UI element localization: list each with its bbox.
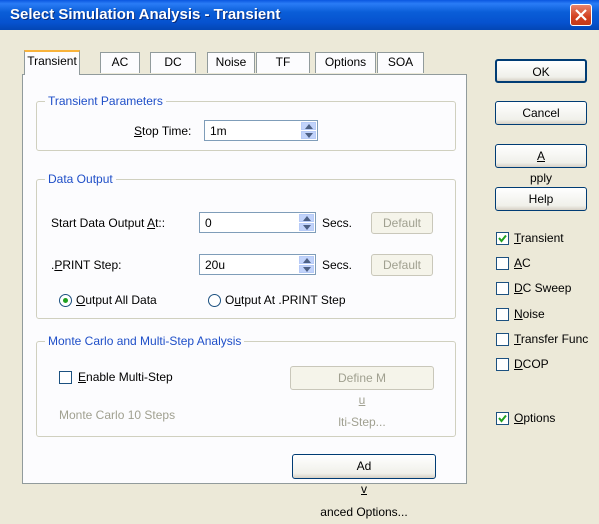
tab-options[interactable]: Options	[315, 52, 376, 73]
spin-up-icon[interactable]	[299, 256, 314, 264]
tab-transient[interactable]: Transient	[24, 50, 80, 75]
options-check-label[interactable]: Options	[514, 411, 555, 425]
stop-time-label: Stop Time:	[134, 124, 192, 138]
button-label: OK	[532, 65, 550, 79]
tab-noise[interactable]: Noise	[207, 52, 255, 73]
start-output-spinner[interactable]	[299, 214, 314, 231]
tab-label: TF	[275, 55, 291, 69]
data-output-group: Data Output Start Data Output At:: 0 Sec…	[36, 172, 456, 319]
button-label: Default	[382, 258, 422, 272]
stop-time-input[interactable]: 1m	[204, 120, 318, 141]
help-button[interactable]: Help	[495, 187, 587, 211]
monte-carlo-group: Monte Carlo and Multi-Step Analysis Enab…	[36, 334, 456, 437]
print-step-input[interactable]: 20u	[199, 254, 316, 275]
ac-check-label[interactable]: AC	[514, 256, 531, 270]
tab-panel-transient: Transient Parameters Stop Time: 1m Data …	[22, 74, 467, 519]
start-unit-label: Secs.	[322, 216, 353, 230]
start-default-button[interactable]: Default	[371, 212, 433, 234]
tab-label: Options	[324, 55, 367, 69]
button-label: Define Mu lti-Step...	[337, 371, 387, 429]
group-title: Transient Parameters	[45, 94, 166, 108]
print-step-label: .PRINT Step:	[51, 258, 122, 272]
ok-button[interactable]: OK	[495, 59, 587, 83]
start-output-label: Start Data Output At::	[51, 216, 166, 230]
noise-check-label[interactable]: Noise	[514, 307, 545, 321]
window-title: Select Simulation Analysis - Transient	[10, 6, 281, 23]
define-multistep-button[interactable]: Define Mu lti-Step...	[290, 366, 434, 429]
noise-checkbox[interactable]	[496, 308, 509, 321]
transfer-func-check-label[interactable]: Transfer Func	[514, 332, 588, 346]
output-print-step-label[interactable]: Output At .PRINT Step	[225, 293, 346, 307]
options-checkbox[interactable]	[496, 412, 509, 425]
group-title: Data Output	[45, 172, 116, 186]
tab-soa[interactable]: SOA	[377, 52, 424, 73]
spin-up-icon[interactable]	[301, 122, 316, 130]
monte-carlo-steps-text: Monte Carlo 10 Steps	[59, 408, 176, 422]
checkmark-icon	[498, 234, 507, 243]
ac-checkbox[interactable]	[496, 257, 509, 270]
tab-label: AC	[111, 55, 129, 69]
spin-down-icon[interactable]	[301, 131, 316, 139]
title-bar[interactable]: Select Simulation Analysis - Transient	[0, 0, 599, 30]
dialog-window: Select Simulation Analysis - Transient T…	[0, 0, 599, 519]
button-label: Apply	[529, 149, 552, 185]
start-output-value: 0	[205, 216, 212, 230]
enable-multistep-label[interactable]: Enable Multi-Step	[78, 370, 173, 384]
advanced-options-button[interactable]: Ad v anced Options...	[292, 454, 436, 519]
tab-ac[interactable]: AC	[100, 52, 140, 73]
print-default-button[interactable]: Default	[371, 254, 433, 276]
output-all-label[interactable]: Output All Data	[76, 293, 157, 307]
checkmark-icon	[498, 414, 507, 423]
print-step-spinner[interactable]	[299, 256, 314, 273]
transfer-func-checkbox[interactable]	[496, 333, 509, 346]
tab-label: Transient	[27, 54, 77, 68]
dcop-check-label[interactable]: DCOP	[514, 357, 549, 371]
cancel-button[interactable]: Cancel	[495, 101, 587, 125]
radio-selected-dot	[63, 298, 68, 303]
tab-label: SOA	[387, 55, 414, 69]
stop-time-value: 1m	[210, 124, 227, 138]
transient-parameters-group: Transient Parameters Stop Time: 1m	[36, 94, 456, 151]
tab-dc[interactable]: DC	[150, 52, 196, 73]
spin-up-icon[interactable]	[299, 214, 314, 222]
print-unit-label: Secs.	[322, 258, 353, 272]
group-title: Monte Carlo and Multi-Step Analysis	[45, 334, 245, 348]
button-label: Default	[382, 216, 422, 230]
dc-sweep-check-label[interactable]: DC Sweep	[514, 281, 571, 295]
tab-label: DC	[164, 55, 182, 69]
close-button[interactable]	[570, 4, 592, 26]
output-print-step-radio[interactable]	[208, 294, 221, 307]
tab-tf[interactable]: TF	[256, 52, 310, 73]
enable-multistep-checkbox[interactable]	[59, 371, 72, 384]
dcop-checkbox[interactable]	[496, 358, 509, 371]
button-label: Cancel	[522, 106, 560, 120]
stop-time-spinner[interactable]	[301, 122, 316, 139]
button-label: Ad v anced Options...	[320, 459, 408, 519]
tab-label: Noise	[215, 55, 247, 69]
apply-button[interactable]: Apply	[495, 144, 587, 185]
start-output-input[interactable]: 0	[199, 212, 316, 233]
transient-check-label[interactable]: Transient	[514, 231, 564, 245]
output-all-radio[interactable]	[59, 294, 72, 307]
print-step-value: 20u	[205, 258, 226, 272]
button-label: Help	[528, 192, 554, 206]
spin-down-icon[interactable]	[299, 223, 314, 231]
transient-checkbox[interactable]	[496, 232, 509, 245]
spin-down-icon[interactable]	[299, 265, 314, 273]
dc-sweep-checkbox[interactable]	[496, 282, 509, 295]
close-icon	[575, 9, 587, 21]
